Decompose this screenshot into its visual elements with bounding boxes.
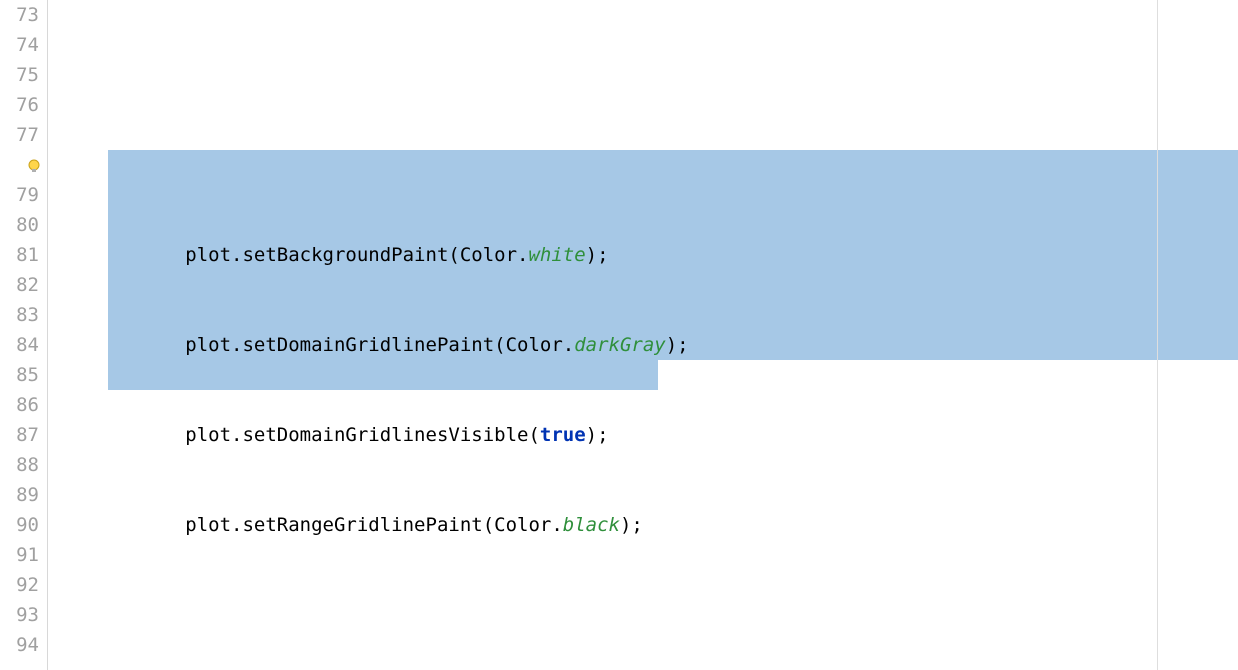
code-line[interactable] bbox=[48, 600, 1238, 630]
line-number: 89 bbox=[0, 480, 47, 510]
line-number: 80 bbox=[0, 210, 47, 240]
line-number: 82 bbox=[0, 270, 47, 300]
line-number: 76 bbox=[0, 90, 47, 120]
line-number: 81 bbox=[0, 240, 47, 270]
code-line[interactable]: plot.setRangeGridlinePaint(Color.black); bbox=[48, 510, 1238, 540]
line-number: 75 bbox=[0, 60, 47, 90]
line-number: 84 bbox=[0, 330, 47, 360]
line-number: 92 bbox=[0, 570, 47, 600]
gutter-bulb-row[interactable] bbox=[0, 150, 47, 180]
line-number: 91 bbox=[0, 540, 47, 570]
line-number: 85 bbox=[0, 360, 47, 390]
selection-bg bbox=[108, 360, 658, 390]
code-editor[interactable]: 73 74 75 76 77 79 80 81 82 83 84 85 86 8… bbox=[0, 0, 1238, 670]
line-number: 74 bbox=[0, 30, 47, 60]
line-number: 87 bbox=[0, 420, 47, 450]
gutter: 73 74 75 76 77 79 80 81 82 83 84 85 86 8… bbox=[0, 0, 48, 670]
line-number: 83 bbox=[0, 300, 47, 330]
line-number: 73 bbox=[0, 0, 47, 30]
line-number: 86 bbox=[0, 390, 47, 420]
code-line[interactable]: plot.setBackgroundPaint(Color.white); bbox=[48, 240, 1238, 270]
line-number: 88 bbox=[0, 450, 47, 480]
code-line[interactable]: plot.setDomainGridlinesVisible(true); bbox=[48, 420, 1238, 450]
line-number: 94 bbox=[0, 630, 47, 660]
code-line[interactable]: plot.setDomainGridlinePaint(Color.darkGr… bbox=[48, 330, 1238, 360]
code-area[interactable]: plot.setBackgroundPaint(Color.white); pl… bbox=[48, 0, 1238, 670]
line-number: 93 bbox=[0, 600, 47, 630]
line-number: 90 bbox=[0, 510, 47, 540]
lightbulb-icon[interactable] bbox=[27, 159, 41, 173]
line-number: 79 bbox=[0, 180, 47, 210]
line-number: 77 bbox=[0, 120, 47, 150]
